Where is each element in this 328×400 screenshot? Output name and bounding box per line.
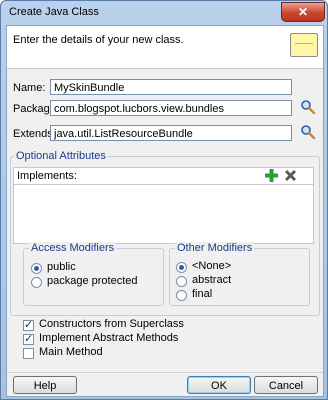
- create-java-class-dialog: Create Java Class ✕ Enter the details of…: [0, 0, 328, 400]
- note-icon: [290, 33, 318, 57]
- ok-button[interactable]: OK: [187, 376, 251, 394]
- extends-field[interactable]: java.util.ListResourceBundle: [50, 125, 292, 141]
- remove-icon[interactable]: [284, 169, 297, 185]
- other-modifiers-title: Other Modifiers: [175, 242, 255, 254]
- window-title: Create Java Class: [9, 6, 99, 18]
- dialog-body: Enter the details of your new class. Nam…: [6, 25, 324, 397]
- name-label: Name:: [13, 82, 46, 94]
- constructors-label: Constructors from Superclass: [39, 318, 184, 330]
- implements-list[interactable]: [13, 184, 314, 244]
- other-modifiers-group: [169, 248, 310, 306]
- package-field[interactable]: com.blogspot.lucbors.view.bundles: [50, 100, 292, 116]
- main-method-label: Main Method: [39, 346, 103, 358]
- package-protected-label: package protected: [47, 275, 138, 287]
- search-icon[interactable]: [300, 99, 316, 115]
- abstract-label: abstract: [192, 274, 232, 286]
- name-field[interactable]: MySkinBundle: [50, 79, 292, 95]
- public-label: public: [47, 261, 76, 273]
- header-instruction: Enter the details of your new class.: [13, 34, 184, 46]
- optional-attributes-title: Optional Attributes: [14, 150, 108, 162]
- close-icon: ✕: [297, 5, 309, 19]
- final-label: final: [192, 288, 213, 300]
- close-button[interactable]: ✕: [281, 2, 325, 22]
- access-modifiers-title: Access Modifiers: [29, 242, 117, 254]
- implements-label: Implements:: [17, 170, 77, 182]
- implement-abstract-checkbox[interactable]: ✓: [23, 334, 34, 345]
- none-label: <None>: [192, 260, 232, 272]
- none-radio[interactable]: [176, 262, 187, 273]
- implements-header: Implements:: [13, 167, 314, 185]
- main-method-checkbox[interactable]: [23, 348, 34, 359]
- constructors-checkbox[interactable]: ✓: [23, 320, 34, 331]
- help-button[interactable]: Help: [13, 376, 77, 394]
- final-radio[interactable]: [176, 290, 187, 301]
- search-icon[interactable]: [300, 124, 316, 140]
- abstract-radio[interactable]: [176, 276, 187, 287]
- cancel-button[interactable]: Cancel: [254, 376, 318, 394]
- public-radio[interactable]: [31, 263, 42, 274]
- implement-abstract-label: Implement Abstract Methods: [39, 332, 179, 344]
- title-bar[interactable]: Create Java Class ✕: [1, 1, 327, 25]
- package-protected-radio[interactable]: [31, 277, 42, 288]
- header-panel: Enter the details of your new class.: [7, 26, 323, 69]
- footer-separator: [7, 372, 323, 373]
